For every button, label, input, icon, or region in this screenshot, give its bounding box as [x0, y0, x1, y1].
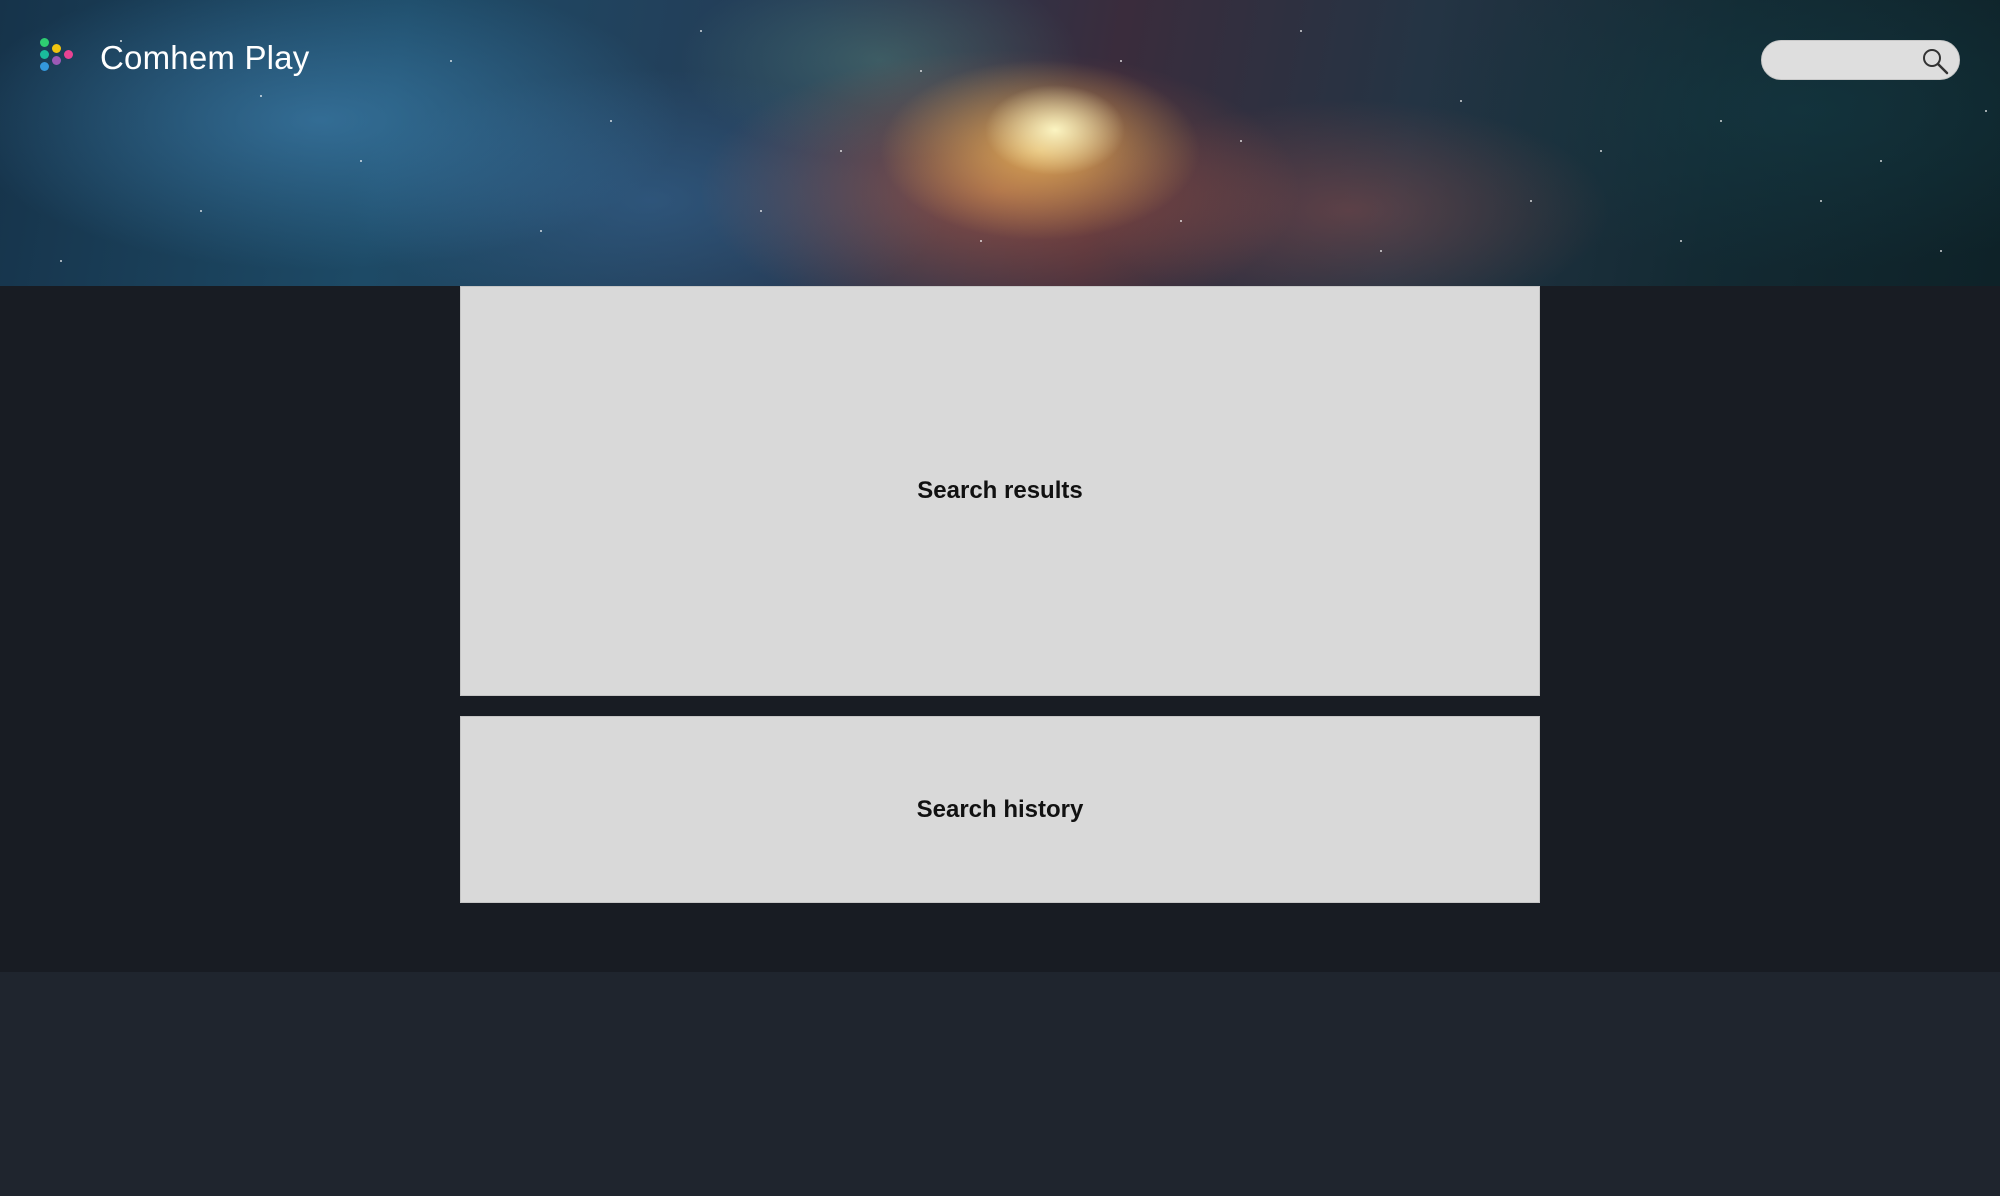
search-history-panel: Search history [460, 716, 1540, 903]
star [920, 70, 922, 72]
comhem-logo-icon [38, 36, 82, 80]
star [260, 95, 262, 97]
star [1680, 240, 1682, 242]
logo-dot-teal [40, 50, 49, 59]
brand-name: Comhem Play [100, 39, 310, 76]
search-icon[interactable] [1921, 47, 1949, 75]
star [540, 230, 542, 232]
star [1180, 220, 1182, 222]
star [1820, 200, 1822, 202]
star [1460, 100, 1462, 102]
star [1120, 60, 1122, 62]
search-input[interactable] [1776, 41, 1920, 81]
main-content: Search results Search history [0, 286, 2000, 972]
footer-area [0, 972, 2000, 1196]
logo-dot-blue [40, 62, 49, 71]
star [760, 210, 762, 212]
logo-dot-yellow [52, 44, 61, 53]
star [200, 210, 202, 212]
star [1380, 250, 1382, 252]
star [1240, 140, 1242, 142]
search-box[interactable] [1761, 40, 1960, 81]
star [840, 150, 842, 152]
star [1530, 200, 1532, 202]
star [450, 60, 452, 62]
star [1940, 250, 1942, 252]
star [980, 240, 982, 242]
star [1720, 120, 1722, 122]
search-history-label: Search history [916, 795, 1084, 823]
star [360, 160, 362, 162]
logo-dot-pink [64, 50, 73, 59]
star [1300, 30, 1302, 32]
brand[interactable]: Comhem Play [38, 36, 309, 80]
search-results-label: Search results [917, 477, 1083, 504]
star [1985, 110, 1987, 112]
star [700, 30, 702, 32]
star [1600, 150, 1602, 152]
star [1880, 160, 1882, 162]
star [610, 120, 612, 122]
star [60, 260, 62, 262]
logo-dot-green [40, 38, 49, 47]
logo-dot-purple [52, 56, 61, 65]
header-banner: Comhem Play [0, 0, 2000, 286]
search-results-panel: Search results [460, 286, 1540, 696]
